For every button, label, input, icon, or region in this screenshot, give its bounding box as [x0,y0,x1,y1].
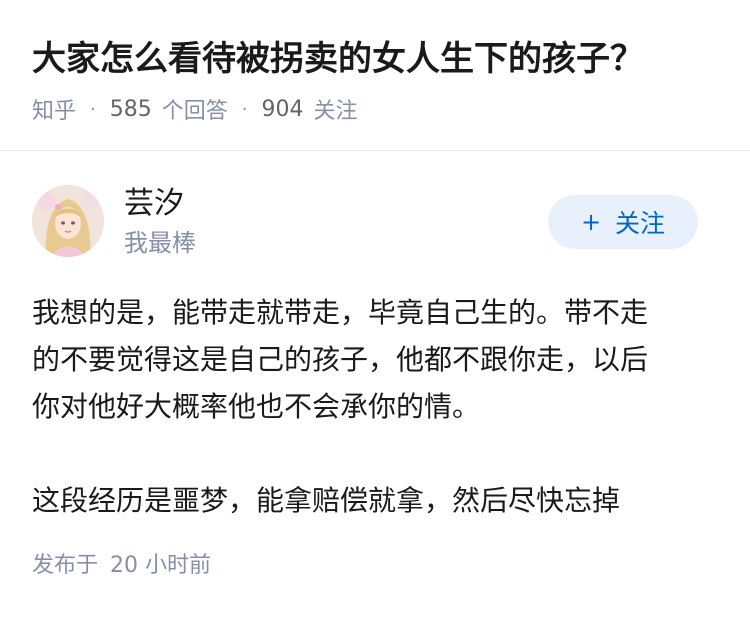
source-label[interactable]: 知乎 [32,93,76,125]
plus-icon: + [580,208,602,236]
answer-count: 585 [109,96,152,122]
answer-line: 这段经历是噩梦，能拿赔偿就拿，然后尽快忘掉 [32,484,621,517]
question-title[interactable]: 大家怎么看待被拐卖的女人生下的孩子？ [32,36,722,82]
meta-separator: · [241,98,248,120]
follow-button-label: 关注 [615,209,666,238]
meta-separator: · [90,98,96,120]
answer-line: 的不要觉得这是自己的孩子，他都不跟你走，以后 [32,343,649,376]
author-name[interactable]: 芸汐 [124,184,184,224]
answer-content[interactable]: 我想的是，能带走就带走，毕竟自己生的。带不走 的不要觉得这是自己的孩子，他都不跟… [32,289,722,524]
author-avatar[interactable] [32,185,104,257]
publish-time: 20 小时前 [110,553,212,578]
answer-page: 大家怎么看待被拐卖的女人生下的孩子？ 知乎 · 585 个回答 · 904 关注… [0,0,750,618]
publish-info: 发布于 20 小时前 [32,549,211,583]
follower-count-label: 关注 [313,99,358,124]
answer-count-label: 个回答 [161,99,228,124]
answer-line: 你对他好大概率他也不会承你的情。 [32,390,481,423]
author-bio: 我最棒 [124,229,196,257]
avatar-portrait-icon [32,185,104,257]
follower-count: 904 [261,96,304,122]
section-divider [0,150,750,151]
question-meta: 知乎 · 585 个回答 · 904 关注 [32,92,358,126]
publish-label: 发布于 [32,553,99,578]
follow-button[interactable]: + 关注 [548,195,698,249]
answer-line: 我想的是，能带走就带走，毕竟自己生的。带不走 [32,296,649,329]
